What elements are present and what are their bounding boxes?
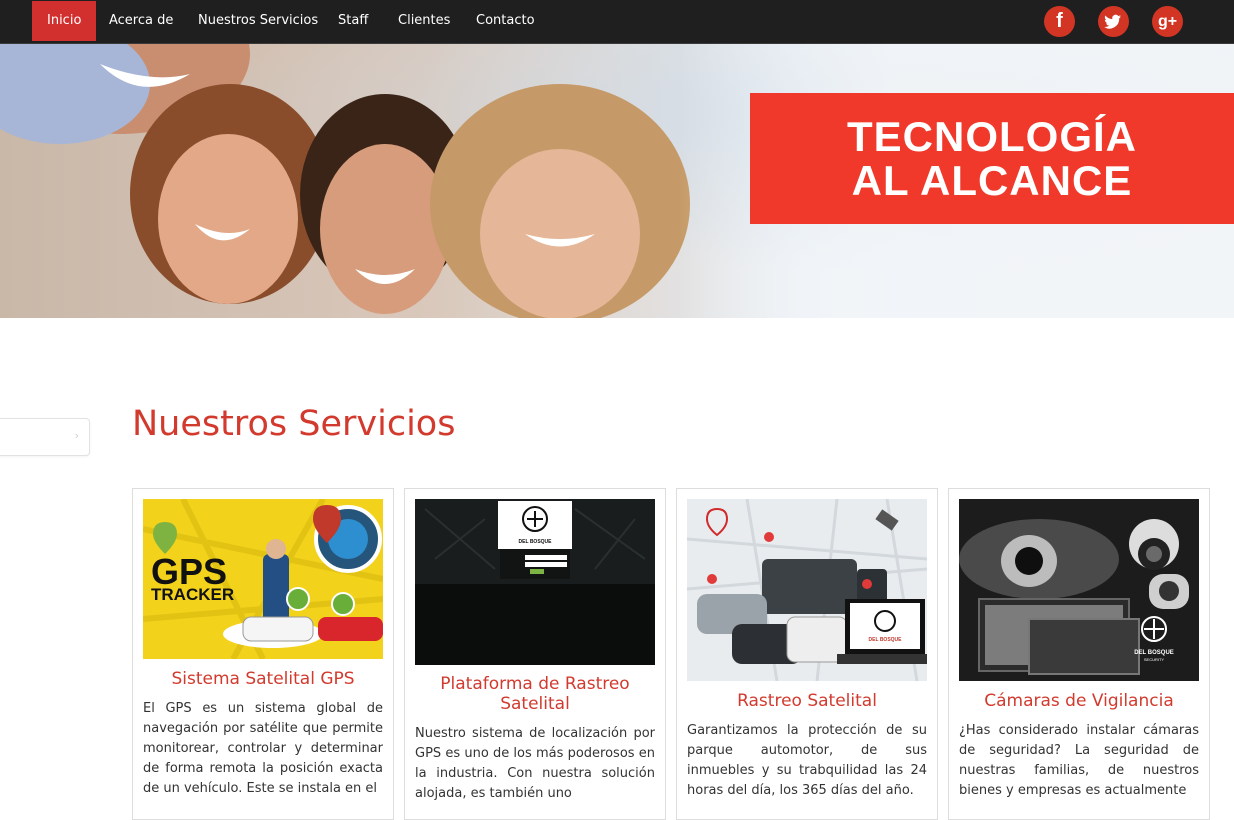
hero-banner: TECNOLOGÍA AL ALCANCE <box>0 44 1234 318</box>
nav-item-clientes[interactable]: Clientes <box>383 1 465 41</box>
platform-login-illustration: DEL BOSQUE <box>415 499 655 665</box>
gps-tracker-image: GPS TRACKER <box>143 499 383 659</box>
tracking-logo-text: DEL BOSQUE <box>869 637 903 643</box>
service-card-gps: GPS TRACKER Sistema Satelital GPS El GPS… <box>132 488 394 820</box>
hero-tagline-line-1: TECNOLOGÍA <box>847 112 1137 160</box>
nav-item-staff[interactable]: Staff <box>323 1 383 41</box>
gps-tracker-illustration: GPS TRACKER <box>143 499 383 659</box>
top-navbar: Inicio Acerca de Nuestros Servicios Staf… <box>0 0 1234 44</box>
surveillance-cameras-image: DEL BOSQUE SECURITY <box>959 499 1199 681</box>
service-card-title[interactable]: Rastreo Satelital <box>687 691 927 711</box>
service-card-tracking: DEL BOSQUE Rastreo Satelital Garantizamo… <box>676 488 938 820</box>
twitter-icon[interactable] <box>1098 6 1129 37</box>
service-card-platform: DEL BOSQUE Plataforma de Rastreo Satelit… <box>404 488 666 820</box>
service-card-title[interactable]: Sistema Satelital GPS <box>143 669 383 689</box>
service-card-title[interactable]: Plataforma de Rastreo Satelital <box>415 674 655 714</box>
surveillance-illustration: DEL BOSQUE SECURITY <box>959 499 1199 681</box>
service-card-title[interactable]: Cámaras de Vigilancia <box>959 691 1199 711</box>
hero-tagline-banner: TECNOLOGÍA AL ALCANCE <box>750 93 1234 224</box>
section-title: Nuestros Servicios <box>132 404 456 444</box>
nav-item-acerca-de[interactable]: Acerca de <box>94 1 188 41</box>
service-card-description: Nuestro sistema de localización por GPS … <box>415 726 655 801</box>
chevron-right-icon: › <box>74 429 79 442</box>
nav-item-contacto[interactable]: Contacto <box>461 1 550 41</box>
platform-screenshot-image: DEL BOSQUE <box>415 499 655 665</box>
tracking-fleet-image: DEL BOSQUE <box>687 499 927 681</box>
hero-tagline-line-2: AL ALCANCE <box>851 156 1133 204</box>
facebook-icon[interactable]: f <box>1044 6 1075 37</box>
tracking-fleet-illustration: DEL BOSQUE <box>687 499 927 681</box>
service-card-cameras: DEL BOSQUE SECURITY Cámaras de Vigilanci… <box>948 488 1210 820</box>
service-card-description: Garantizamos la protección de su parque … <box>687 723 927 798</box>
side-collapsed-panel[interactable]: › <box>0 418 90 456</box>
service-card-description: ¿Has considerado instalar cámaras de seg… <box>959 723 1199 798</box>
platform-logo-text: DEL BOSQUE <box>519 539 553 545</box>
cameras-logo-text: DEL BOSQUE <box>1134 650 1174 656</box>
tracker-image-label: TRACKER <box>151 585 234 604</box>
google-plus-icon[interactable]: g+ <box>1152 6 1183 37</box>
cameras-logo-subtext: SECURITY <box>1144 657 1165 662</box>
nav-item-inicio[interactable]: Inicio <box>32 1 97 41</box>
service-card-description: El GPS es un sistema global de navegació… <box>143 701 383 796</box>
twitter-bird-glyph <box>1104 14 1121 29</box>
nav-item-nuestros-servicios[interactable]: Nuestros Servicios <box>183 1 333 41</box>
